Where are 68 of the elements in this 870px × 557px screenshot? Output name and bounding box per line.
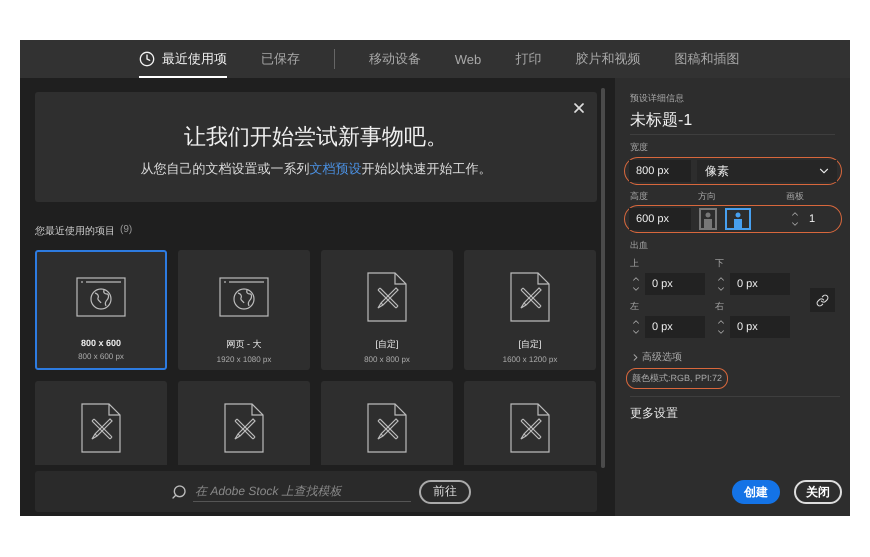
bleed-field[interactable]: 0 px [645,316,705,338]
tab[interactable]: 最近使用项 [138,40,227,78]
height-label: 高度 [630,190,649,203]
banner-title: 让我们开始尝试新事物吧。 [184,123,448,151]
tab[interactable]: 已保存 [260,40,300,78]
artboards-value[interactable]: 1 [809,213,816,225]
color-mode-text: 颜色模式:RGB, PPI:72 [626,368,728,389]
preset-size: 1920 x 1080 px [216,355,272,364]
orientation-label: 方向 [698,190,717,203]
height-field[interactable]: 600 px [629,208,691,230]
recent-items-count: (9) [120,224,132,237]
unit-select[interactable]: 像素 [697,160,837,182]
preset-card[interactable] [321,381,453,465]
document-pencil-ruler-icon [81,403,121,453]
preset-name: [自定] [518,338,542,351]
document-pencil-ruler-icon [510,272,550,322]
document-pencil-ruler-icon [510,403,550,453]
tab[interactable]: 图稿和插图 [674,40,740,78]
bleed-field[interactable]: 0 px [645,273,705,295]
bleed-label: 出血 [630,239,649,252]
preset-name: 网页 - 大 [226,338,262,351]
document-pencil-ruler-icon [367,403,407,453]
preset-card[interactable]: [自定] 1600 x 1200 px [464,250,596,370]
recent-items-label: 您最近使用的项目 [35,224,115,238]
create-button[interactable]: 创建 [732,480,780,504]
preset-card[interactable]: [自定] 800 x 800 px [321,250,453,370]
landscape-orientation-button[interactable] [725,208,751,230]
bleed-field[interactable]: 0 px [730,273,790,295]
preset-card[interactable] [464,381,596,465]
panel-heading: 预设详细信息 [630,92,685,105]
document-pencil-ruler-icon [224,403,264,453]
tab[interactable]: 胶片和视频 [575,40,640,78]
document-pencil-ruler-icon [367,272,407,322]
tab[interactable]: 打印 [515,40,542,78]
banner-text: 从您自己的文档设置或一系列文档预设开始以快速开始工作。 [140,160,492,178]
advanced-options-toggle[interactable]: 高级选项 [630,350,842,364]
preset-name: [自定] [375,338,398,351]
preset-name: 800 x 600 [80,338,122,348]
bleed-side-label: 左 [630,300,640,313]
bleed-side-label: 上 [630,257,640,270]
tab[interactable]: 移动设备 [368,40,421,78]
width-label: 宽度 [630,141,649,154]
clock-icon [138,51,155,67]
close-button[interactable]: 关闭 [794,480,842,504]
bleed-field[interactable]: 0 px [730,316,790,338]
bleed-side-label: 右 [715,300,725,313]
go-button[interactable]: 前往 [419,480,471,504]
preset-size: 800 x 800 px [364,355,410,364]
presets-link[interactable]: 文档预设 [310,161,362,176]
preset-card[interactable]: 800 x 600 800 x 600 px [35,250,167,370]
search-field[interactable]: 在 Adobe Stock 上查找模板 [193,481,411,502]
browser-globe-icon [219,277,269,317]
search-icon [171,484,187,500]
browser-globe-icon [76,277,126,317]
width-field[interactable]: 800 px [629,160,691,182]
preset-size: 800 x 600 px [78,352,124,361]
preset-card[interactable] [35,381,167,465]
preset-card[interactable] [178,381,310,465]
scrollbar[interactable] [601,88,605,468]
preset-size: 1600 x 1200 px [502,355,558,364]
tab[interactable]: Web [454,40,482,78]
artboards-label: 画板 [786,190,804,203]
preset-card[interactable]: 网页 - 大 1920 x 1080 px [178,250,310,370]
more-settings-link[interactable]: 更多设置 [630,405,842,422]
bleed-side-label: 下 [715,257,725,270]
document-name-field[interactable]: 未标题-1 [630,105,835,135]
link-icon[interactable] [810,288,835,312]
portrait-orientation-button[interactable] [699,208,717,230]
